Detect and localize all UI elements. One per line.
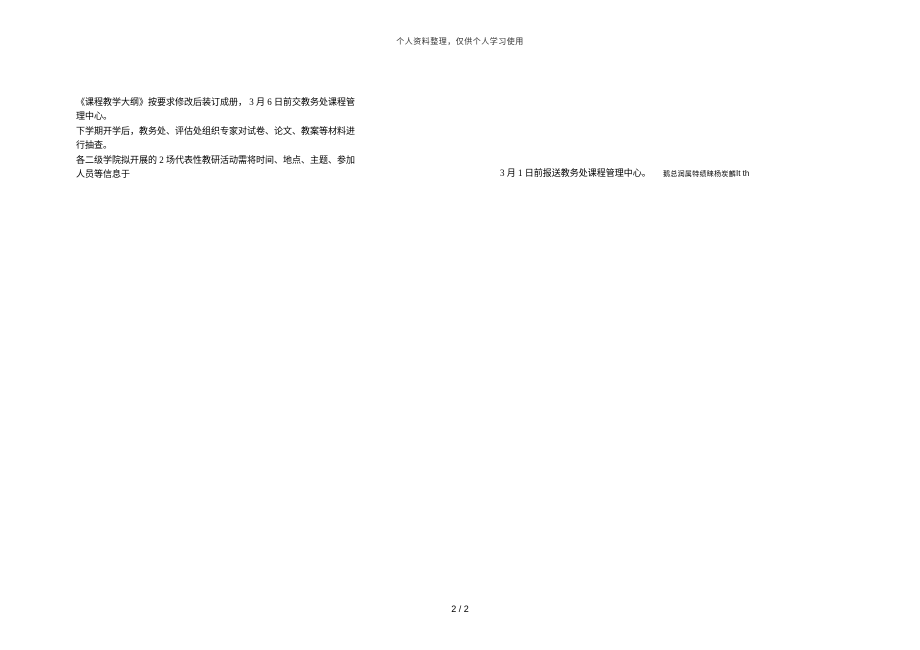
para1-part-a: 《课程教学大纲》按要求修改后装订成册， (76, 97, 247, 107)
right-tail-text: It th (736, 169, 749, 178)
header-notice: 个人资料整理，仅供个人学习使用 (0, 36, 920, 47)
right-small-text: 鹅总润属特绩睐杨炭麟 (663, 170, 736, 178)
paragraph-2: 下学期开学后，教务处、评估处组织专家对试卷、论文、教案等材料进行抽查。 (76, 124, 356, 153)
document-page: 个人资料整理，仅供个人学习使用 《课程教学大纲》按要求修改后装订成册， 3 月 … (0, 0, 920, 650)
body-text-block: 《课程教学大纲》按要求修改后装订成册， 3 月 6 日前交教务处课程管理中心。 … (76, 95, 356, 181)
right-main-text: 3 月 1 日前报送教务处课程管理中心。 (500, 168, 651, 178)
paragraph-1: 《课程教学大纲》按要求修改后装订成册， 3 月 6 日前交教务处课程管理中心。 (76, 95, 356, 124)
right-text-block: 3 月 1 日前报送教务处课程管理中心。 鹅总润属特绩睐杨炭麟It th (500, 166, 880, 181)
para3-part-a: 各二级学院拟开展的 (76, 155, 157, 165)
page-number: 2 / 2 (0, 604, 920, 614)
paragraph-3: 各二级学院拟开展的 2 场代表性教研活动需将时间、地点、主题、参加人员等信息于 (76, 153, 356, 182)
